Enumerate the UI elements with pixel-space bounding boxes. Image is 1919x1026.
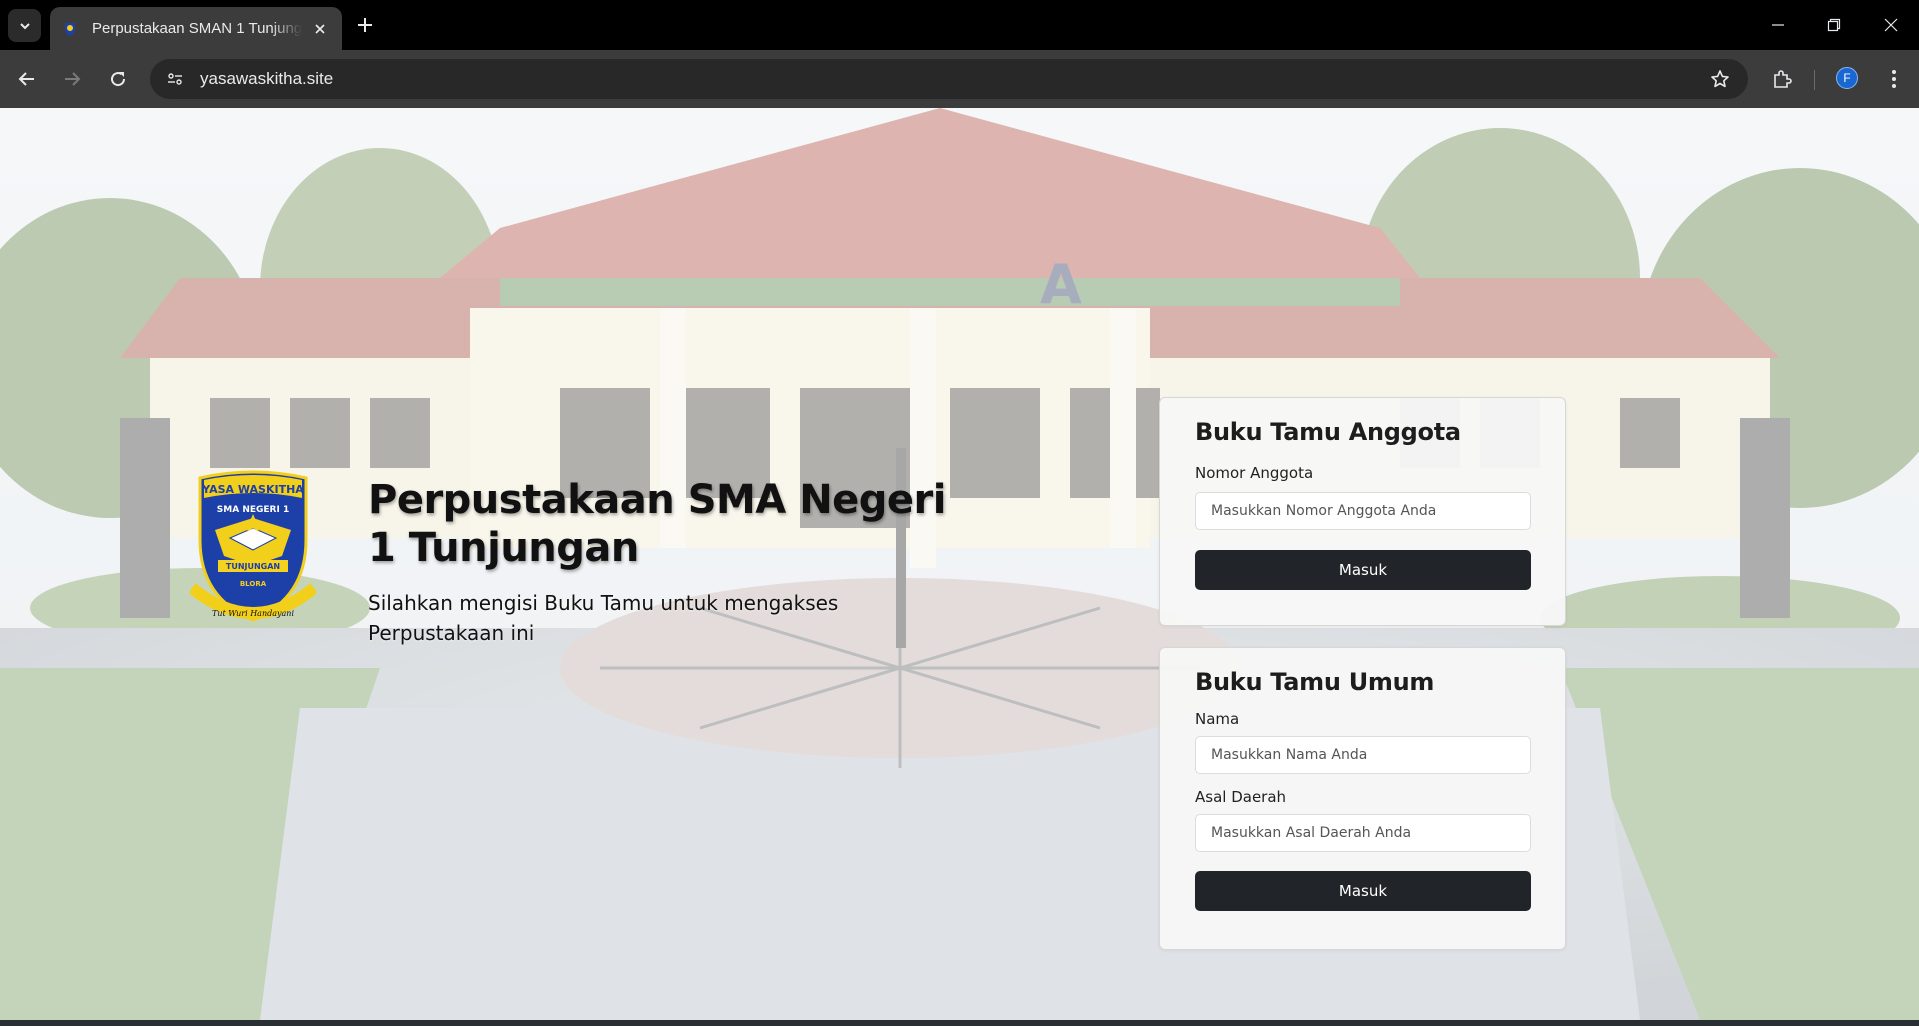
more-vert-icon <box>1892 70 1896 88</box>
logo-bottom-text: BLORA <box>240 580 267 588</box>
school-logo: YASA WASKITHA SMA NEGERI 1 TUNJUNGAN BLO… <box>190 470 316 622</box>
close-window-icon <box>1884 18 1898 32</box>
page-subtitle: Silahkan mengisi Buku Tamu untuk mengaks… <box>368 591 839 645</box>
back-button[interactable] <box>12 64 42 94</box>
logo-ribbon-text: SMA NEGERI 1 <box>217 505 289 515</box>
member-number-input[interactable] <box>1195 492 1531 530</box>
minimize-icon <box>1772 24 1784 26</box>
forward-button[interactable] <box>57 64 87 94</box>
logo-top-text: YASA WASKITHA <box>201 483 304 496</box>
origin-input[interactable] <box>1195 814 1531 852</box>
reload-button[interactable] <box>103 64 133 94</box>
forward-icon <box>65 72 81 86</box>
general-submit-button[interactable]: Masuk <box>1195 871 1531 911</box>
close-tab-button[interactable] <box>310 19 330 39</box>
active-tab[interactable]: Perpustakaan SMAN 1 Tunjungan <box>50 7 342 50</box>
page-title: Perpustakaan SMA Negeri 1 Tunjungan <box>368 477 947 571</box>
general-card-title: Buku Tamu Umum <box>1195 668 1435 696</box>
extensions-icon <box>1774 70 1792 88</box>
general-guestbook-card: Buku Tamu Umum Nama Asal Daerah Masuk <box>1159 647 1566 950</box>
new-tab-button[interactable] <box>352 12 378 38</box>
member-number-label: Nomor Anggota <box>1195 464 1314 482</box>
name-input[interactable] <box>1195 736 1531 774</box>
back-icon <box>18 72 34 86</box>
minimize-button[interactable] <box>1758 10 1798 40</box>
restore-button[interactable] <box>1814 10 1854 40</box>
tab-title: Perpustakaan SMAN 1 Tunjungan <box>92 20 302 37</box>
logo-banner-text: TUNJUNGAN <box>226 562 280 571</box>
restore-icon <box>1827 18 1841 32</box>
tab-search-icon <box>19 22 30 29</box>
reload-icon <box>111 72 126 87</box>
star-icon <box>1711 70 1729 88</box>
bottom-edge <box>0 1020 1919 1026</box>
site-info-icon <box>168 73 182 85</box>
origin-label: Asal Daerah <box>1195 788 1287 806</box>
member-submit-button[interactable]: Masuk <box>1195 550 1531 590</box>
browser-toolbar: yasawaskitha.site <box>0 50 1919 108</box>
bookmark-button[interactable] <box>1708 67 1732 91</box>
member-guestbook-card: Buku Tamu Anggota Nomor Anggota Masuk <box>1159 397 1566 626</box>
address-bar[interactable]: yasawaskitha.site <box>150 59 1748 99</box>
tab-strip: Perpustakaan SMAN 1 Tunjungan <box>0 0 1919 50</box>
tab-search-button[interactable] <box>8 9 41 42</box>
page-viewport: A YASA WASKITHA SMA NEGERI 1 <box>0 108 1919 1020</box>
favicon-icon <box>65 22 75 36</box>
plus-icon <box>358 18 372 32</box>
logo-motto-text: Tut Wuri Handayani <box>212 609 294 618</box>
extensions-button[interactable] <box>1767 64 1797 94</box>
member-card-title: Buku Tamu Anggota <box>1195 418 1461 446</box>
browser-menu-button[interactable] <box>1879 64 1909 94</box>
toolbar-divider <box>1814 70 1815 90</box>
site-info-button[interactable] <box>162 66 188 92</box>
close-window-button[interactable] <box>1871 10 1911 40</box>
close-icon <box>315 23 325 34</box>
profile-avatar[interactable]: F <box>1836 67 1858 89</box>
url-text[interactable]: yasawaskitha.site <box>200 69 333 89</box>
name-label: Nama <box>1195 710 1240 728</box>
